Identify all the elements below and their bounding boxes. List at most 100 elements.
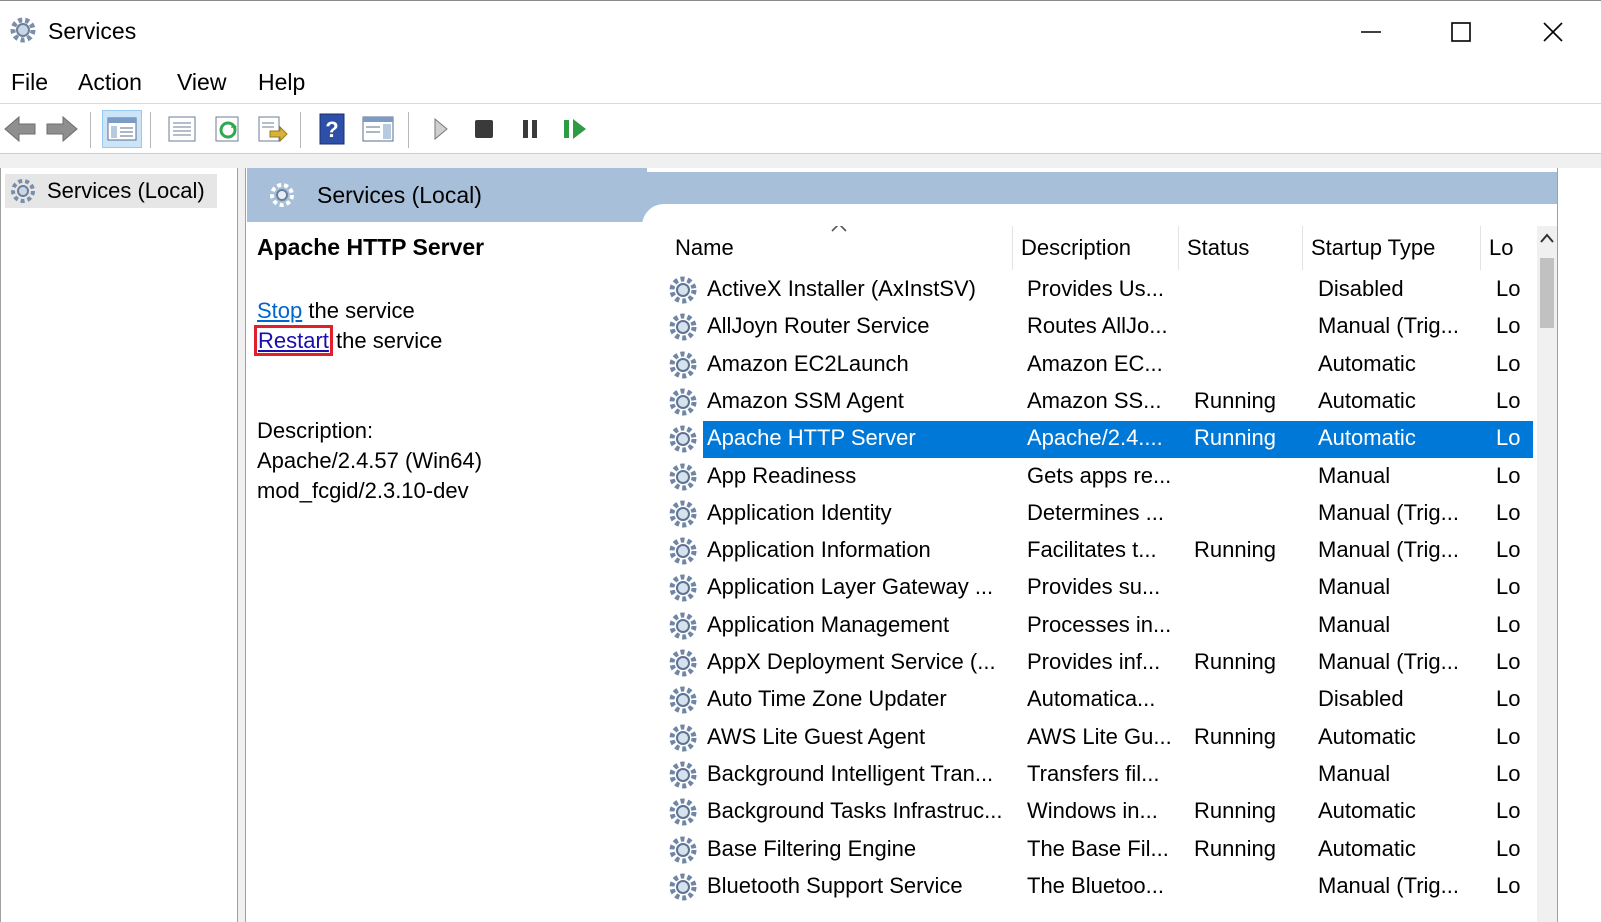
stop-link[interactable]: Stop [257,298,302,323]
services-gear-icon [11,179,35,203]
service-gear-icon [669,500,697,528]
cell-description: Gets apps re... [1027,462,1172,488]
table-row[interactable]: Background Tasks Infrastruc... Windows in… [667,794,1533,831]
table-row[interactable]: AllJoyn Router Service Routes AllJo... Man… [667,309,1533,346]
column-header-description[interactable]: Description [1013,226,1179,270]
export-list-button[interactable] [252,110,292,148]
description-line: mod_fcgid/2.3.10-dev [257,478,469,503]
forward-button[interactable] [42,110,82,148]
services-list: Name Description Status Startup Type Lo … [667,226,1533,922]
minimize-button[interactable] [1336,9,1406,55]
cell-status: Running [1194,425,1276,451]
service-gear-icon [669,649,697,677]
service-gear-icon [669,574,697,602]
table-row[interactable]: AppX Deployment Service (... Provides inf… [667,645,1533,682]
refresh-button[interactable] [208,110,248,148]
menu-help[interactable]: Help [258,69,305,96]
service-gear-icon [669,612,697,640]
show-action-pane-icon [362,116,394,142]
table-row[interactable]: Application Identity Determines ... Manual… [667,496,1533,533]
cell-description: Amazon SS... [1027,387,1162,413]
menu-bar: File Action View Help [0,60,1601,104]
maximize-button[interactable] [1426,9,1496,55]
service-gear-icon [669,724,697,752]
pause-service-button[interactable] [510,110,550,148]
table-row[interactable]: Amazon SSM Agent Amazon SS... Running Autom… [667,384,1533,421]
pause-service-icon [523,120,537,138]
table-row[interactable]: ActiveX Installer (AxInstSV) Provides Us.… [667,272,1533,309]
cell-name: Amazon SSM Agent [707,387,904,413]
scroll-thumb[interactable] [1540,258,1554,328]
cell-status: Running [1194,649,1276,674]
cell-logon: Lo [1496,723,1521,749]
menu-file[interactable]: File [11,69,48,96]
cell-description: The Base Fil... [1027,835,1169,861]
column-header-name[interactable]: Name [667,226,1013,270]
cell-name: Application Layer Gateway ... [707,574,994,600]
table-row[interactable]: App Readiness Gets apps re... Manual Lo [667,459,1533,496]
column-header-logon[interactable]: Lo [1481,226,1533,270]
toolbar-separator [90,112,91,148]
cell-description: Processes in... [1027,611,1172,637]
cell-startup-type: Disabled [1318,686,1404,712]
restart-link[interactable]: Restart [254,325,333,356]
cell-startup-type: Manual [1318,574,1391,600]
menu-action[interactable]: Action [78,69,142,96]
table-row[interactable]: Background Intelligent Tran... Transfers … [667,757,1533,794]
table-row[interactable]: Base Filtering Engine The Base Fil... Runn… [667,832,1533,869]
table-row[interactable]: Application Management Processes in... Man… [667,608,1533,645]
column-label: Description [1021,235,1132,260]
cell-logon: Lo [1496,499,1521,525]
table-row[interactable]: Apache HTTP Server Apache/2.4.... Running A… [667,421,1533,459]
cell-description: Facilitates t... [1027,537,1157,563]
scroll-up-button[interactable] [1537,226,1557,250]
menu-view[interactable]: View [177,69,226,96]
list-header: Name Description Status Startup Type Lo [667,226,1533,270]
cell-name: Amazon EC2Launch [707,350,909,376]
cell-description: Windows in... [1027,798,1158,824]
cell-startup-type: Automatic [1318,387,1416,413]
close-button[interactable] [1518,9,1588,55]
back-button[interactable] [0,110,40,148]
chevron-up-icon [1540,233,1554,243]
table-row[interactable]: Auto Time Zone Updater Automatica... Disab… [667,682,1533,719]
table-row[interactable]: AWS Lite Guest Agent AWS Lite Gu... Runnin… [667,720,1533,757]
start-service-button[interactable] [420,110,460,148]
cell-name: AWS Lite Guest Agent [707,723,926,749]
table-row[interactable]: Application Information Facilitates t... R… [667,533,1533,570]
table-row[interactable]: Bluetooth Support Service The Bluetoo... M… [667,869,1533,906]
show-action-pane-button[interactable] [358,110,398,148]
cell-logon: Lo [1496,313,1521,339]
services-gear-icon [10,17,36,43]
vertical-scrollbar[interactable] [1537,226,1557,922]
cell-name: AllJoyn Router Service [707,313,930,339]
cell-startup-type: Automatic [1318,723,1416,749]
cell-description: Amazon EC... [1027,350,1163,376]
cell-startup-type: Automatic [1318,798,1416,824]
cell-logon: Lo [1496,760,1521,786]
cell-description: Apache/2.4.... [1027,425,1163,451]
pane-splitter[interactable] [238,168,246,922]
main-header: Services (Local) [247,168,647,222]
table-row[interactable]: Amazon EC2Launch Amazon EC... Automatic Lo [667,347,1533,384]
properties-button[interactable] [162,110,202,148]
column-header-status[interactable]: Status [1179,226,1303,270]
service-gear-icon [669,798,697,826]
column-label: Startup Type [1311,235,1436,260]
show-hide-console-tree-button[interactable] [102,110,142,148]
help-button[interactable]: ? [312,110,352,148]
cell-logon: Lo [1496,387,1521,413]
table-row[interactable]: Application Layer Gateway ... Provides su… [667,570,1533,607]
cell-startup-type: Manual [1318,462,1391,488]
column-header-startup-type[interactable]: Startup Type [1303,226,1481,270]
cell-logon: Lo [1496,574,1521,600]
description-label: Description: [257,418,374,443]
tree-item-services-local[interactable]: Services (Local) [5,174,217,208]
toolbar: ? [0,104,1601,154]
resume-service-button[interactable] [555,110,595,148]
stop-service-button[interactable] [464,110,504,148]
cell-startup-type: Automatic [1318,350,1416,376]
cell-logon: Lo [1496,686,1521,712]
column-label: Name [675,235,734,260]
toolbar-strip [0,154,1601,168]
